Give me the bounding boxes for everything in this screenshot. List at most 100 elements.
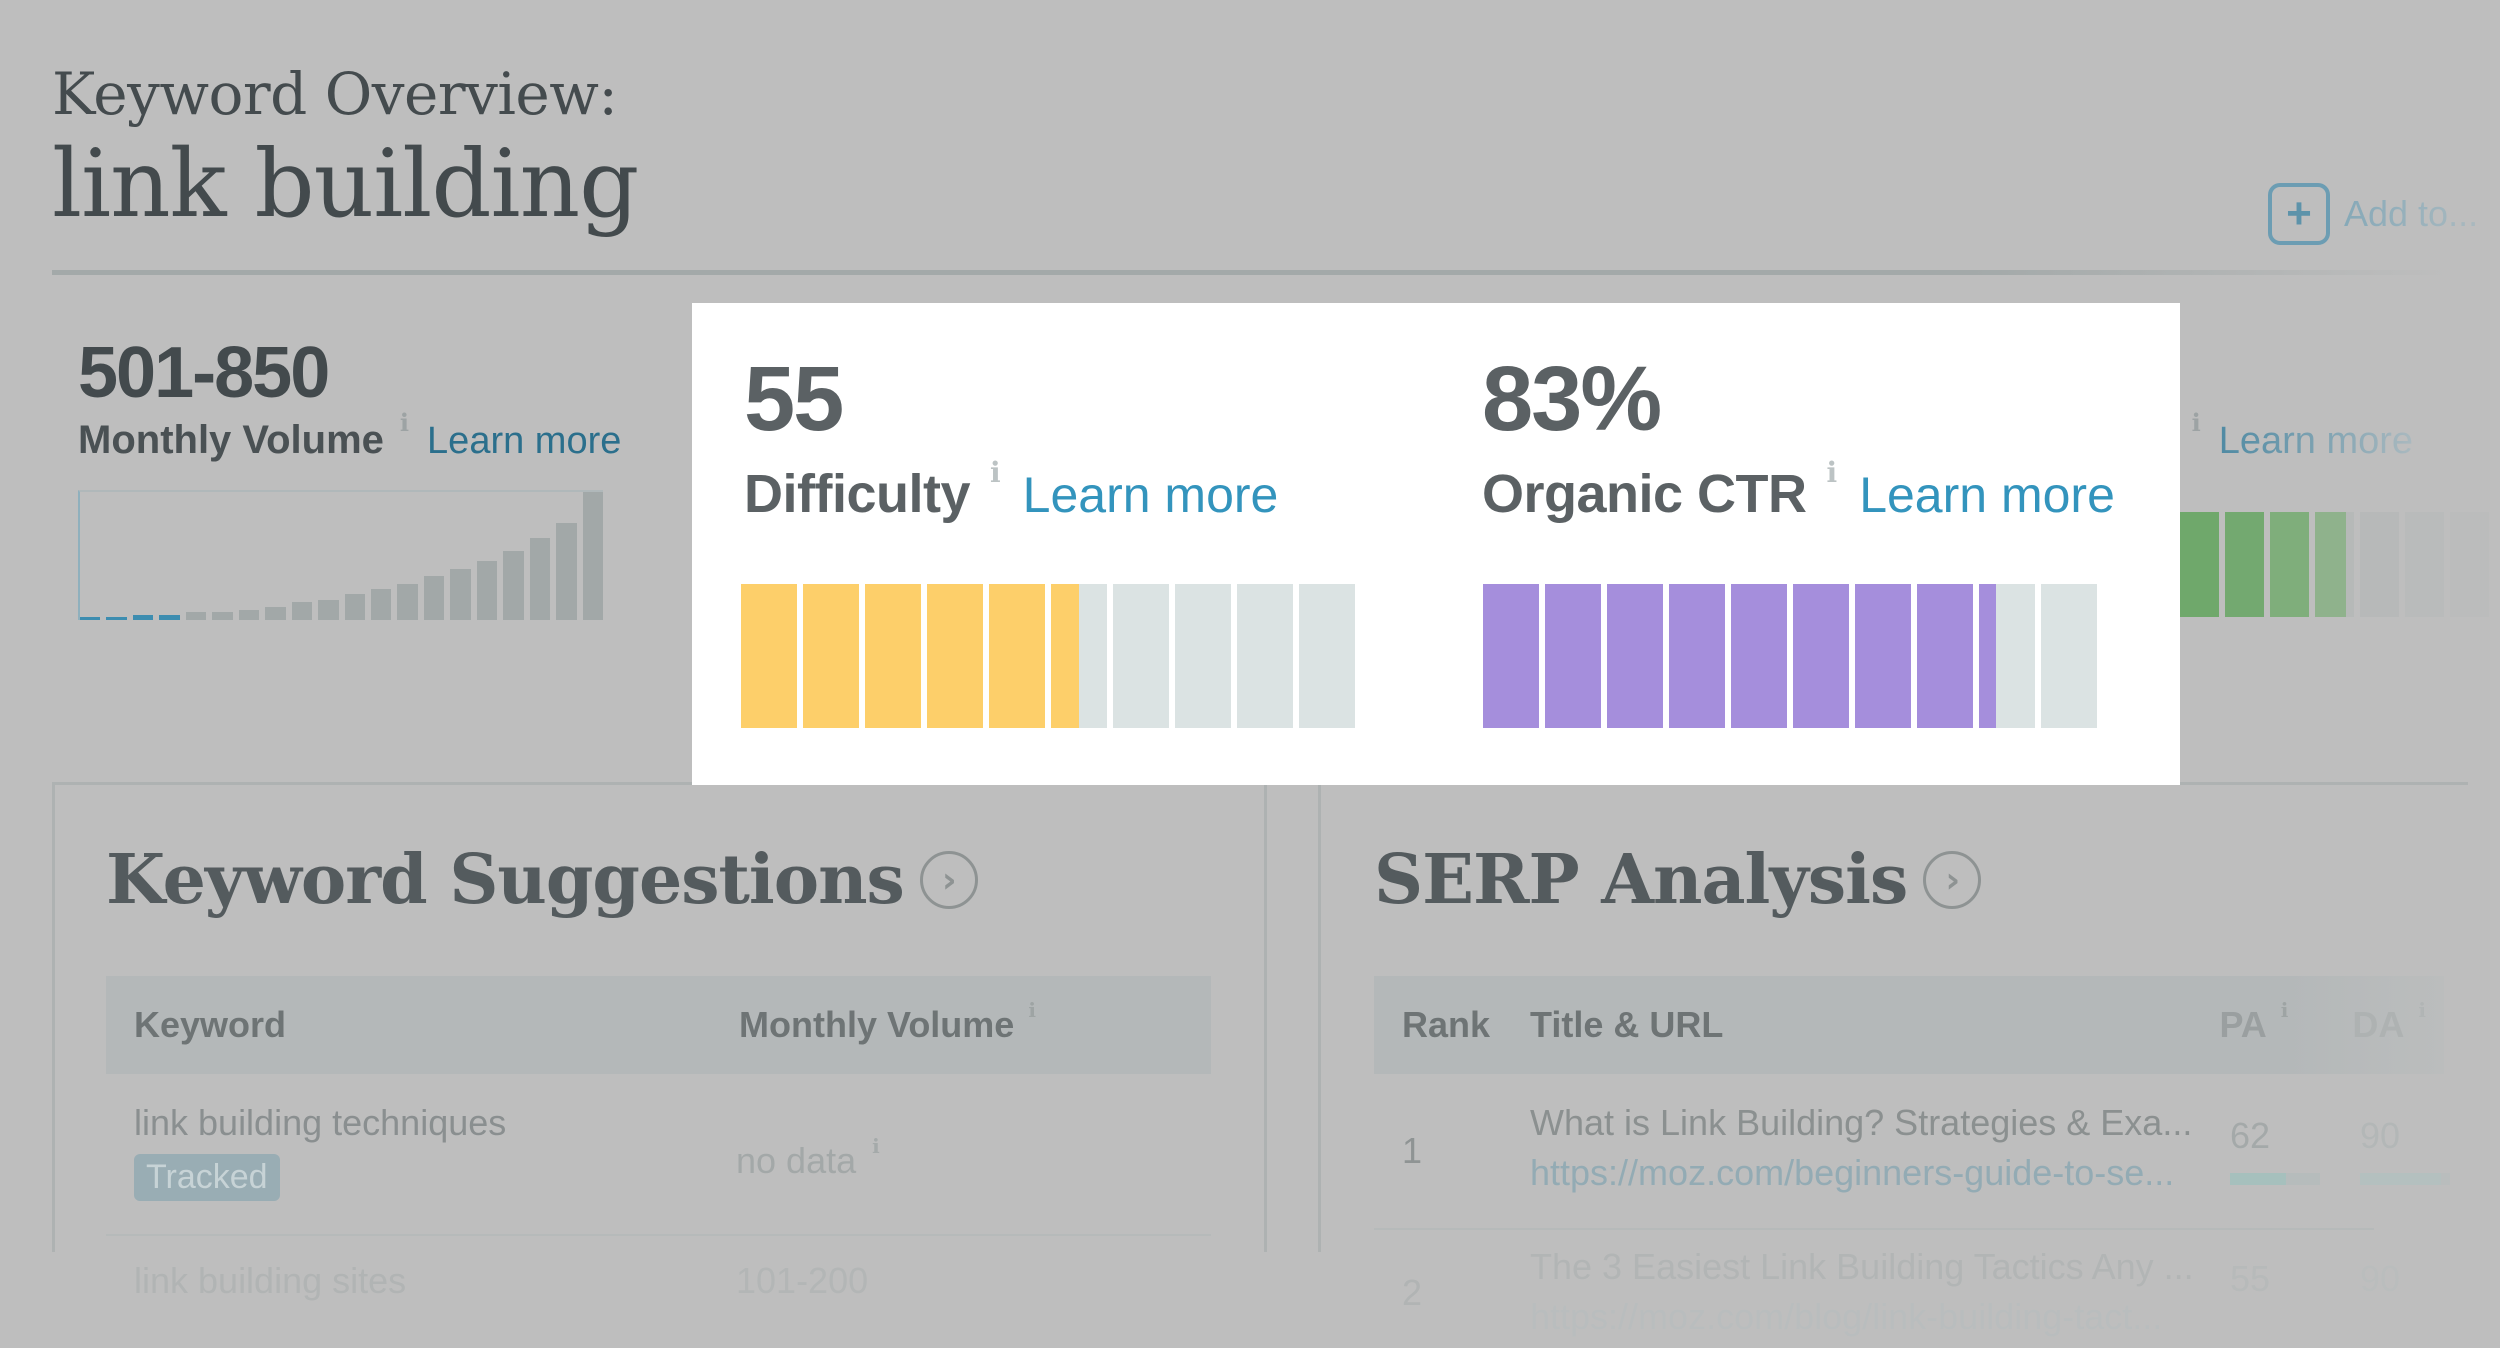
- column-header-keyword[interactable]: Keyword: [134, 1004, 739, 1046]
- organic-ctr-learn-more-link[interactable]: Learn more: [1859, 466, 2115, 524]
- histogram-bar: [556, 522, 577, 620]
- score-segment-fill: [865, 584, 921, 728]
- histogram-bars: [80, 492, 604, 620]
- score-segment: [2041, 584, 2097, 728]
- info-icon[interactable]: i: [990, 456, 1001, 489]
- difficulty-metric: 55 Difficulty i Learn more: [744, 353, 1278, 525]
- table-row[interactable]: The 3 Easiest Link Building Tactics Any …: [1530, 1246, 2194, 1338]
- table-row[interactable]: What is Link Building? Strategies & Exa.…: [1530, 1102, 2192, 1194]
- column-header-title-url[interactable]: Title & URL: [1530, 1004, 2219, 1046]
- score-segment: [989, 584, 1045, 728]
- histogram-bar: [450, 568, 471, 620]
- keyword-suggestions-heading: Keyword Suggestions ›: [106, 840, 978, 920]
- priority-segment: [2225, 512, 2264, 617]
- histogram-bar: [503, 550, 524, 620]
- difficulty-segment-bar: [741, 584, 1355, 728]
- priority-segment: [2315, 512, 2354, 617]
- score-segment: [1299, 584, 1355, 728]
- monthly-volume-value: 501-850: [78, 333, 330, 413]
- suggestion-volume-value: no data: [736, 1140, 857, 1181]
- keyword-suggestions-panel-border: [52, 782, 55, 1252]
- histogram-bar: [291, 602, 313, 620]
- serp-analysis-heading: SERP Analysis ›: [1374, 840, 1982, 920]
- score-segment: [803, 584, 859, 728]
- score-segment-fill: [1483, 584, 1539, 728]
- score-segment-fill: [989, 584, 1045, 728]
- pa-value: 55: [2230, 1258, 2271, 1299]
- column-header-rank[interactable]: Rank: [1402, 1004, 1530, 1046]
- info-icon[interactable]: i: [2281, 998, 2289, 1022]
- info-icon[interactable]: i: [2192, 408, 2201, 437]
- histogram-bar: [212, 612, 233, 620]
- organic-ctr-segment-bar: [1483, 584, 2097, 728]
- serp-result-url[interactable]: https://moz.com/blog/link-building-tact.…: [1530, 1296, 2194, 1338]
- serp-result-url[interactable]: https://moz.com/beginners-guide-to-se...: [1530, 1152, 2192, 1194]
- score-segment: [1113, 584, 1169, 728]
- suggestion-keyword[interactable]: link building sites: [134, 1260, 406, 1302]
- score-segment-fill: [741, 584, 797, 728]
- serp-result-title[interactable]: The 3 Easiest Link Building Tactics Any …: [1530, 1246, 2194, 1288]
- score-segment: [1237, 584, 1293, 728]
- column-header-pa[interactable]: PA i: [2219, 998, 2352, 1046]
- histogram-bar: [238, 609, 260, 620]
- pa-value: 62: [2230, 1115, 2271, 1156]
- histogram-bar: [529, 538, 551, 620]
- histogram-bar: [582, 492, 604, 620]
- histogram-bar: [132, 614, 154, 620]
- priority-segment: [2450, 512, 2489, 617]
- serp-result-title[interactable]: What is Link Building? Strategies & Exa.…: [1530, 1102, 2192, 1144]
- serp-rank: 2: [1402, 1272, 1423, 1313]
- monthly-volume-label: Monthly Volume: [78, 418, 384, 462]
- column-header-da[interactable]: DA i: [2352, 998, 2444, 1046]
- highlighted-metrics-panel: 55 Difficulty i Learn more 83% Organic C…: [692, 303, 2180, 785]
- suggestion-keyword[interactable]: link building techniques: [134, 1102, 506, 1144]
- histogram-bar: [370, 589, 392, 620]
- organic-ctr-label: Organic CTR: [1482, 464, 1807, 524]
- histogram-bar: [397, 584, 418, 620]
- score-segment: [865, 584, 921, 728]
- score-segment-fill: [1917, 584, 1973, 728]
- score-segment: [927, 584, 983, 728]
- info-icon[interactable]: i: [1827, 456, 1838, 489]
- score-segment-fill: [1051, 584, 1079, 728]
- difficulty-learn-more-link[interactable]: Learn more: [1023, 466, 1279, 524]
- chevron-right-icon[interactable]: ›: [919, 851, 978, 909]
- column-header-monthly-volume[interactable]: Monthly Volume i: [739, 998, 1054, 1046]
- chevron-right-icon[interactable]: ›: [1923, 851, 1982, 909]
- histogram-bar: [318, 599, 339, 620]
- serp-panel-border: [1318, 782, 1321, 1252]
- info-icon[interactable]: i: [2418, 998, 2426, 1022]
- histogram-bar: [476, 561, 498, 620]
- organic-ctr-metric: 83% Organic CTR i Learn more: [1482, 353, 2115, 525]
- score-segment: [1669, 584, 1725, 728]
- add-to-button[interactable]: + Add to...: [2268, 182, 2478, 246]
- volume-learn-more-link[interactable]: Learn more: [427, 420, 621, 463]
- keyword-suggestions-table-header: Keyword Monthly Volume i: [106, 976, 1211, 1074]
- score-segment-fill: [1793, 584, 1849, 728]
- pa-cell: 62: [2230, 1115, 2320, 1185]
- score-segment: [1607, 584, 1663, 728]
- pa-bar: [2230, 1173, 2320, 1185]
- histogram-bar: [80, 617, 101, 620]
- column-header-label: Monthly Volume: [739, 1004, 1015, 1045]
- histogram-bar: [159, 614, 180, 620]
- keyword-suggestions-title: Keyword Suggestions: [106, 840, 905, 920]
- info-icon[interactable]: i: [872, 1134, 880, 1158]
- serp-rank: 1: [1402, 1130, 1423, 1171]
- priority-segment-bar: [2180, 512, 2489, 617]
- row-divider: [1374, 1228, 2374, 1230]
- score-segment: [1917, 584, 1973, 728]
- pa-bar-fill: [2230, 1173, 2286, 1185]
- page-subtitle: Keyword Overview:: [52, 60, 618, 128]
- score-segment: [1731, 584, 1787, 728]
- da-value: 90: [2360, 1258, 2401, 1299]
- info-icon[interactable]: i: [400, 408, 409, 437]
- priority-segment: [2360, 512, 2399, 617]
- keyword-title: link building: [52, 130, 639, 239]
- score-segment-fill: [803, 584, 859, 728]
- table-row[interactable]: link building techniques Tracked: [134, 1102, 506, 1201]
- priority-learn-more-link[interactable]: Learn more: [2219, 420, 2413, 463]
- info-icon[interactable]: i: [1028, 998, 1036, 1022]
- suggestion-volume-value: 101-200: [736, 1260, 869, 1301]
- difficulty-value: 55: [744, 348, 844, 450]
